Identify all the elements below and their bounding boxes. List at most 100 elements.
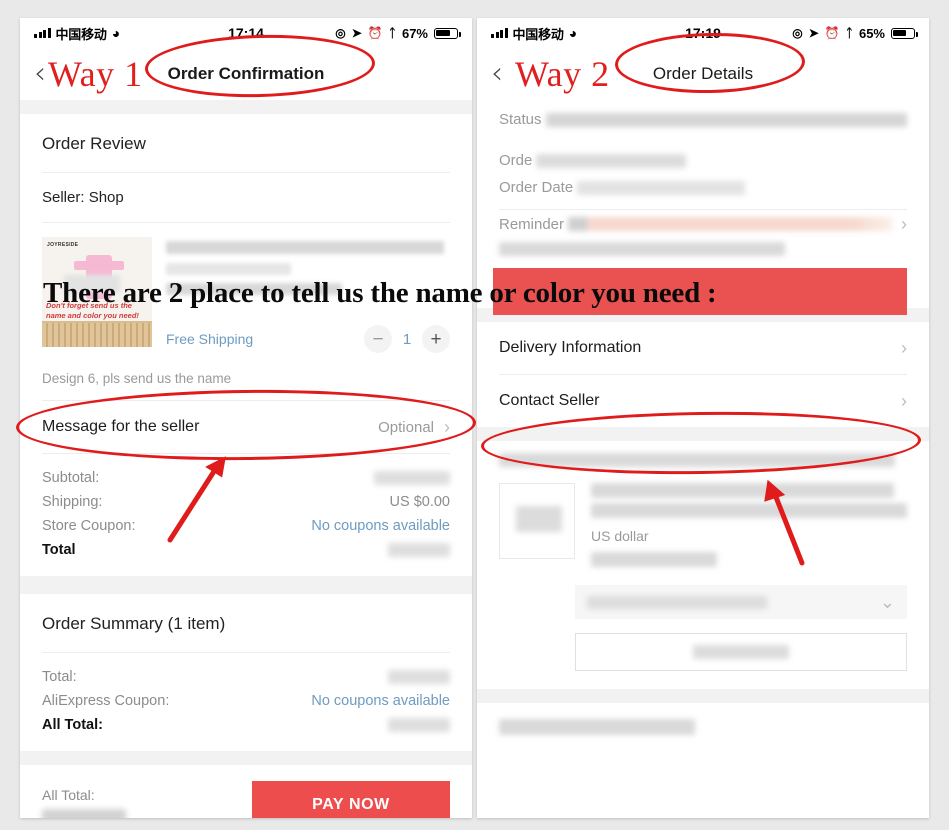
quantity-decrease-button[interactable]: − <box>364 325 392 353</box>
phone-screenshot-way-1: 中国移动 ◕ 17:14 ◎ ➤ ⏰ ᛏ 67% ‹ Way 1 Order C… <box>20 18 472 818</box>
table-row: Total: <box>42 665 450 689</box>
way-1-annotation-label: Way 1 <box>48 54 143 94</box>
wifi-icon: ◕ <box>568 25 578 41</box>
order-date-label: Order Date <box>499 179 574 196</box>
order-summary-section: Order Summary (1 item) Total: AliExpress… <box>20 594 472 751</box>
footer-text-redacted <box>499 719 695 735</box>
store-coupon-label: Store Coupon: <box>42 518 136 534</box>
chevron-right-icon: › <box>444 417 450 437</box>
shipping-action-button[interactable] <box>575 633 907 671</box>
table-row[interactable]: AliExpress Coupon: No coupons available <box>42 689 450 713</box>
product-title-redacted <box>166 241 445 254</box>
order-review-totals: Subtotal: Shipping: US $0.00 Store Coupo… <box>42 454 450 576</box>
aliexpress-coupon-label: AliExpress Coupon: <box>42 693 170 709</box>
nav-bar-left: ‹ Way 1 Order Confirmation <box>20 48 472 100</box>
section-gap <box>477 427 929 441</box>
carrier-label: 中国移动 <box>512 26 564 42</box>
phone-screenshot-way-2: 中国移动 ◕ 17:19 ◎ ➤ ⏰ ᛏ 65% ‹ Way 2 Order D… <box>477 18 929 818</box>
free-shipping-label[interactable]: Free Shipping <box>166 331 253 347</box>
summary-total-label: Total: <box>42 669 77 685</box>
table-row: Total <box>42 538 450 562</box>
chevron-right-icon: › <box>901 391 907 411</box>
bluetooth-icon: ᛏ <box>388 26 396 40</box>
pay-amount-redacted <box>42 808 126 818</box>
delivery-information-label: Delivery Information <box>499 339 642 356</box>
seller-row[interactable]: Seller: Shop <box>42 173 450 222</box>
summary-all-total-value-redacted <box>388 718 450 732</box>
chevron-down-icon: ⌄ <box>879 592 895 612</box>
message-for-seller-value-group: Optional › <box>378 418 450 436</box>
status-bar-right: 中国移动 ◕ 17:19 ◎ ➤ ⏰ ᛏ 65% <box>477 18 929 48</box>
subtotal-label: Subtotal: <box>42 470 100 486</box>
battery-icon <box>891 27 918 39</box>
message-for-seller-row[interactable]: Message for the seller Optional › <box>42 401 450 453</box>
status-bar-left-group: 中国移动 ◕ <box>491 24 577 43</box>
order-info-section: Status Orde Order Date Reminder › <box>477 100 929 286</box>
pay-now-button[interactable]: PAY NOW <box>252 781 450 818</box>
rotation-lock-icon: ◎ <box>792 26 803 40</box>
section-gap <box>20 576 472 594</box>
annotation-overlay-text: There are 2 place to tell us the name or… <box>43 277 717 309</box>
order-summary-title: Order Summary (1 item) <box>42 614 226 633</box>
quantity-stepper[interactable]: − 1 + <box>364 325 450 353</box>
quantity-value: 1 <box>402 330 412 348</box>
product-bottom-row: Free Shipping − 1 + <box>166 325 450 353</box>
location-arrow-icon: ➤ <box>351 26 362 40</box>
status-bar-right-group: ◎ ➤ ⏰ ᛏ 67% <box>335 26 461 41</box>
order-date-row: Order Date <box>499 174 907 201</box>
seller-name: Shop <box>88 189 124 206</box>
order-review-section: Order Review Seller: Shop JOYRESIDE Don'… <box>20 114 472 576</box>
summary-total-value-redacted <box>388 670 450 684</box>
order-summary-rows: Total: AliExpress Coupon: No coupons ava… <box>42 653 450 751</box>
alarm-clock-icon: ⏰ <box>367 26 383 40</box>
shipping-item-thumbnail <box>499 483 575 559</box>
way-2-annotation-label: Way 2 <box>515 54 610 94</box>
pay-total-group: All Total: <box>42 787 126 818</box>
quantity-increase-button[interactable]: + <box>422 325 450 353</box>
alarm-clock-icon: ⏰ <box>824 26 840 40</box>
shipping-label: Shipping: <box>42 494 103 510</box>
delivery-information-row[interactable]: Delivery Information › <box>499 322 907 374</box>
screenshot-stage: 中国移动 ◕ 17:14 ◎ ➤ ⏰ ᛏ 67% ‹ Way 1 Order C… <box>0 0 949 830</box>
section-gap <box>20 100 472 114</box>
table-row: Shipping: US $0.00 <box>42 490 450 514</box>
rotation-lock-icon: ◎ <box>335 26 346 40</box>
wifi-icon: ◕ <box>111 25 121 41</box>
pay-bar: All Total: PAY NOW <box>20 765 472 818</box>
battery-percent-label: 65% <box>858 25 885 41</box>
order-number-value-redacted <box>536 153 687 168</box>
order-number-row: Orde <box>499 147 907 174</box>
store-coupon-value[interactable]: No coupons available <box>311 518 450 534</box>
order-date-value-redacted <box>577 180 746 195</box>
status-label: Status <box>499 111 542 128</box>
shipping-method-select[interactable]: ⌄ <box>575 585 907 619</box>
total-label: Total <box>42 542 76 558</box>
signal-bars-icon <box>34 28 51 38</box>
table-row: Subtotal: <box>42 466 450 490</box>
aliexpress-coupon-value[interactable]: No coupons available <box>311 693 450 709</box>
message-for-seller-value: Optional <box>378 418 434 436</box>
reminder-row[interactable]: Reminder › <box>499 210 907 238</box>
chevron-left-icon[interactable]: ‹ <box>491 59 503 89</box>
status-row: Status <box>499 106 907 133</box>
section-gap <box>20 751 472 765</box>
table-row[interactable]: Store Coupon: No coupons available <box>42 514 450 538</box>
battery-icon <box>434 27 461 39</box>
bluetooth-icon: ᛏ <box>845 26 853 40</box>
shipping-value: US $0.00 <box>389 494 450 510</box>
seller-label: Seller: <box>42 189 85 206</box>
shipping-item-info: US dollar <box>575 483 907 567</box>
nav-bar-right: ‹ Way 2 Order Details <box>477 48 929 100</box>
chevron-right-icon[interactable]: › <box>901 215 907 233</box>
shipping-method-value-redacted <box>587 595 767 609</box>
shipping-item-title-redacted <box>591 483 895 498</box>
carrier-label: 中国移动 <box>55 26 107 42</box>
contact-seller-label: Contact Seller <box>499 392 600 409</box>
contact-seller-row[interactable]: Contact Seller › <box>499 375 907 427</box>
total-value-redacted <box>388 543 450 557</box>
shipping-item-row[interactable]: US dollar <box>499 467 907 573</box>
footer-section <box>477 719 929 735</box>
order-number-label: Orde <box>499 152 533 169</box>
chevron-left-icon[interactable]: ‹ <box>34 59 46 89</box>
shipping-item-title2-redacted <box>591 503 907 518</box>
